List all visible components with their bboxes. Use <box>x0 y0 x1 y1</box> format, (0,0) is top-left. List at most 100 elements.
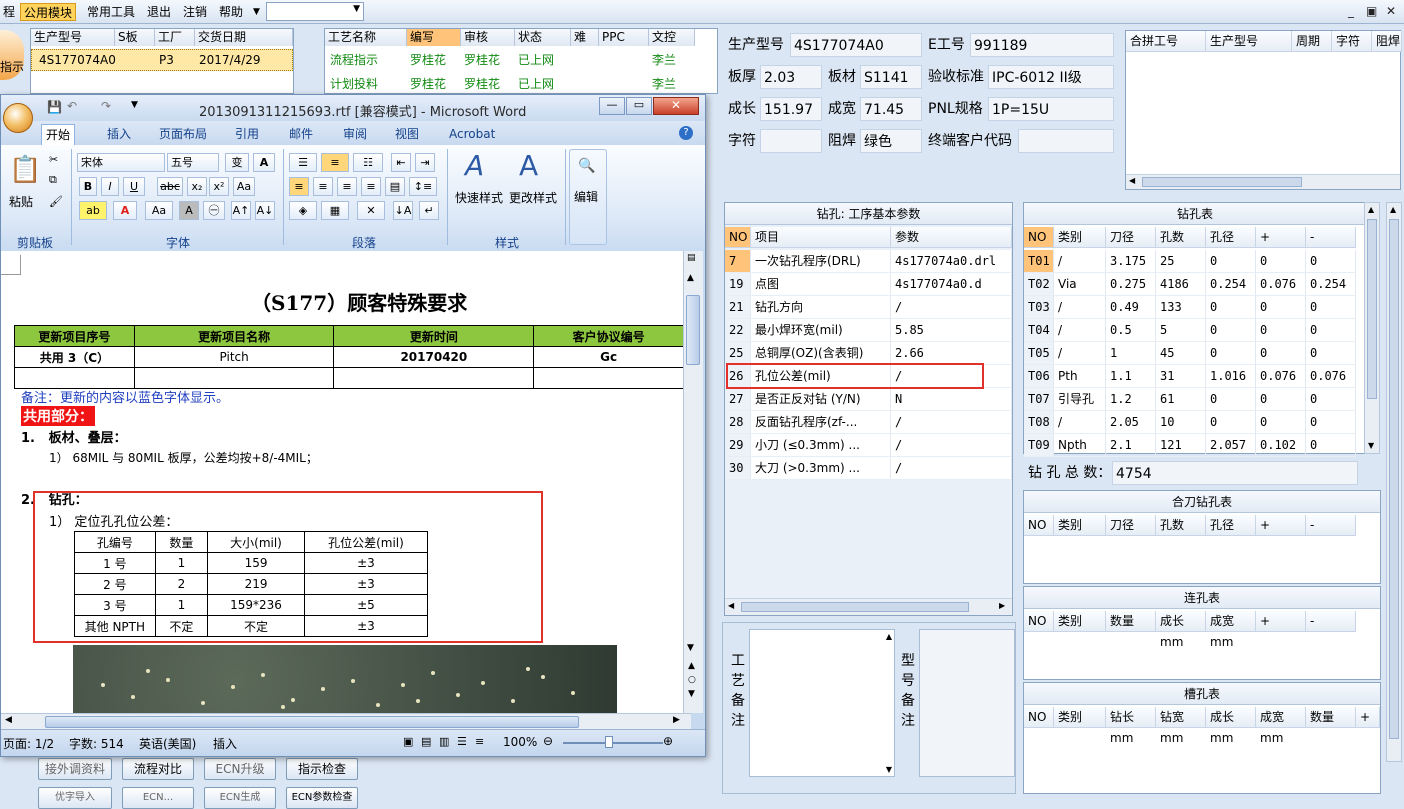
knife-header[interactable]: 孔径 <box>1206 515 1256 536</box>
link-header[interactable]: - <box>1306 611 1356 632</box>
table-row[interactable]: 22 最小焊环宽(mil) 5.85 <box>725 319 1012 342</box>
quick-styles-button[interactable]: 快速样式 <box>455 189 503 206</box>
decrease-indent-icon[interactable]: ⇤ <box>391 153 411 172</box>
font-color-icon[interactable]: A <box>113 201 137 220</box>
view-outline-icon[interactable]: ☰ <box>457 735 467 748</box>
external-data-button[interactable]: 接外调资料 <box>38 758 112 780</box>
horizontal-scrollbar[interactable]: ◀ <box>1126 174 1400 189</box>
scroll-up-icon[interactable]: ▲ <box>687 273 694 283</box>
scroll-down-icon[interactable]: ▼ <box>1368 441 1374 450</box>
model-field[interactable]: 4S177074A0 <box>790 33 922 57</box>
minimize-icon[interactable]: _ <box>1348 4 1354 18</box>
view-print-layout-icon[interactable]: ▣ <box>403 735 413 748</box>
menu-item-program[interactable]: 程 <box>0 3 18 21</box>
table-row[interactable]: T08/2.05 10 0 0 0 <box>1024 411 1366 434</box>
paste-icon[interactable]: 📋 <box>9 155 41 185</box>
subscript-icon[interactable]: x₂ <box>187 177 207 196</box>
knife-header[interactable]: - <box>1306 515 1356 536</box>
horizontal-scrollbar[interactable]: ◀ ▶ <box>1 713 691 729</box>
tab-acrobat[interactable]: Acrobat <box>445 124 499 145</box>
chevron-down-icon[interactable]: ▼ <box>250 3 263 21</box>
scroll-thumb[interactable] <box>1367 219 1377 399</box>
format-painter-icon[interactable]: 🖌 <box>49 195 63 208</box>
scroll-up-icon[interactable]: ▲ <box>886 632 892 641</box>
order-header[interactable]: 工厂 <box>155 29 195 46</box>
menu-combo-box[interactable]: ▼ <box>266 2 364 21</box>
status-words[interactable]: 字数: 514 <box>69 735 124 752</box>
merge-header[interactable]: 生产型号 <box>1206 31 1292 52</box>
save-icon[interactable]: 💾 <box>47 100 62 114</box>
merge-header[interactable]: 字符 <box>1332 31 1372 52</box>
table-row[interactable]: 21 钻孔方向 / <box>725 296 1012 319</box>
menu-item-help[interactable]: 帮助 <box>216 3 246 21</box>
tab-insert[interactable]: 插入 <box>103 124 135 145</box>
vertical-scrollbar[interactable]: ▤ ▲ ▼ ▲ ○ ▼ <box>683 251 703 713</box>
redo-icon[interactable]: ↷ <box>101 99 111 113</box>
change-styles-button[interactable]: 更改样式 <box>509 189 557 206</box>
order-header[interactable]: 交货日期 <box>195 29 293 46</box>
scroll-down-icon[interactable]: ▼ <box>886 765 892 774</box>
table-row[interactable]: 计划投料 罗桂花 罗桂花 已上网 李兰 <box>325 73 717 95</box>
link-header[interactable]: 类别 <box>1054 611 1106 632</box>
order-header[interactable]: 生产型号 <box>31 29 115 46</box>
tab-mailings[interactable]: 邮件 <box>285 124 317 145</box>
hscroll-thumb[interactable] <box>1142 177 1302 187</box>
bullets-icon[interactable]: ☰ <box>289 153 317 172</box>
font-name-select[interactable]: 宋体 <box>77 153 165 172</box>
font-size-select[interactable]: 五号 <box>167 153 219 172</box>
zoom-slider[interactable] <box>563 742 663 744</box>
superscript-icon[interactable]: x² <box>209 177 229 196</box>
italic-icon[interactable]: I <box>101 177 119 196</box>
ecn-upgrade-button[interactable]: ECN升级 <box>204 758 276 780</box>
merge-header[interactable]: 合拼工号 <box>1126 31 1206 52</box>
status-page[interactable]: 页面: 1/2 <box>3 735 54 752</box>
shrink-font-icon[interactable]: A↓ <box>255 201 275 220</box>
width-field[interactable]: 71.45 <box>860 97 922 121</box>
standard-field[interactable]: IPC-6012 II级 <box>988 65 1114 89</box>
edit-group[interactable]: 🔍 编辑 <box>569 149 607 245</box>
chinese-layout-icon[interactable]: ✕ <box>357 201 385 220</box>
process-header[interactable]: 审核 <box>461 29 515 46</box>
process-header[interactable]: 状态 <box>515 29 571 46</box>
view-web-icon[interactable]: ▥ <box>439 735 449 748</box>
zoom-in-icon[interactable]: ⊕ <box>663 734 673 748</box>
table-row[interactable]: 29 小刀 (≤0.3mm) ... / <box>725 434 1012 457</box>
link-header[interactable]: + <box>1256 611 1306 632</box>
tab-review[interactable]: 审阅 <box>339 124 371 145</box>
paste-button[interactable]: 粘贴 <box>9 193 33 210</box>
chevron-down-icon[interactable]: ▼ <box>131 100 138 110</box>
param-header[interactable]: 参数 <box>891 227 1012 248</box>
align-left-icon[interactable]: ≡ <box>289 177 309 196</box>
slot-header[interactable]: 数量 <box>1306 707 1356 728</box>
hscroll-thumb[interactable] <box>45 716 579 728</box>
copy-icon[interactable]: ⧉ <box>49 173 57 187</box>
table-row[interactable]: T09 Npth 2.1 121 2.057 0.102 0 <box>1024 434 1366 457</box>
table-row[interactable]: 19 点图 4s177074a0.d <box>725 273 1012 296</box>
sort-icon[interactable]: ↓A <box>393 201 413 220</box>
scroll-right-icon[interactable]: ▶ <box>999 601 1005 610</box>
menu-item-tools[interactable]: 常用工具 <box>84 3 138 21</box>
knife-header[interactable]: 刀径 <box>1106 515 1156 536</box>
view-draft-icon[interactable]: ≡ <box>475 735 484 748</box>
line-spacing-icon[interactable]: ↕≡ <box>409 177 437 196</box>
view-reading-icon[interactable]: ▤ <box>421 735 431 748</box>
show-marks-icon[interactable]: ↵ <box>419 201 439 220</box>
menu-item-logout[interactable]: 注销 <box>180 3 210 21</box>
table-row[interactable]: 7 一次钻孔程序(DRL) 4s177074a0.drl <box>725 250 1012 273</box>
tab-references[interactable]: 引用 <box>231 124 263 145</box>
status-mode[interactable]: 插入 <box>213 735 237 752</box>
knife-header[interactable]: 类别 <box>1054 515 1106 536</box>
param-header[interactable]: 项目 <box>751 227 891 248</box>
material-field[interactable]: S1141 <box>860 65 922 89</box>
table-row[interactable]: T07 引导孔 1.2 61 0 0 0 <box>1024 388 1366 411</box>
status-language[interactable]: 英语(美国) <box>139 735 196 752</box>
strikethrough-icon[interactable]: abc <box>157 177 183 196</box>
close-icon[interactable]: ✕ <box>1386 4 1396 18</box>
tab-page-layout[interactable]: 页面布局 <box>155 124 211 145</box>
restore-icon[interactable]: ▣ <box>1366 4 1377 18</box>
slot-header[interactable]: 钻长mm <box>1106 707 1156 745</box>
import-button[interactable]: 优字导入 <box>38 787 112 809</box>
help-icon[interactable]: ? <box>679 126 693 140</box>
drill-header[interactable]: 刀径 <box>1106 227 1156 248</box>
drill-header[interactable]: 类别 <box>1054 227 1106 248</box>
